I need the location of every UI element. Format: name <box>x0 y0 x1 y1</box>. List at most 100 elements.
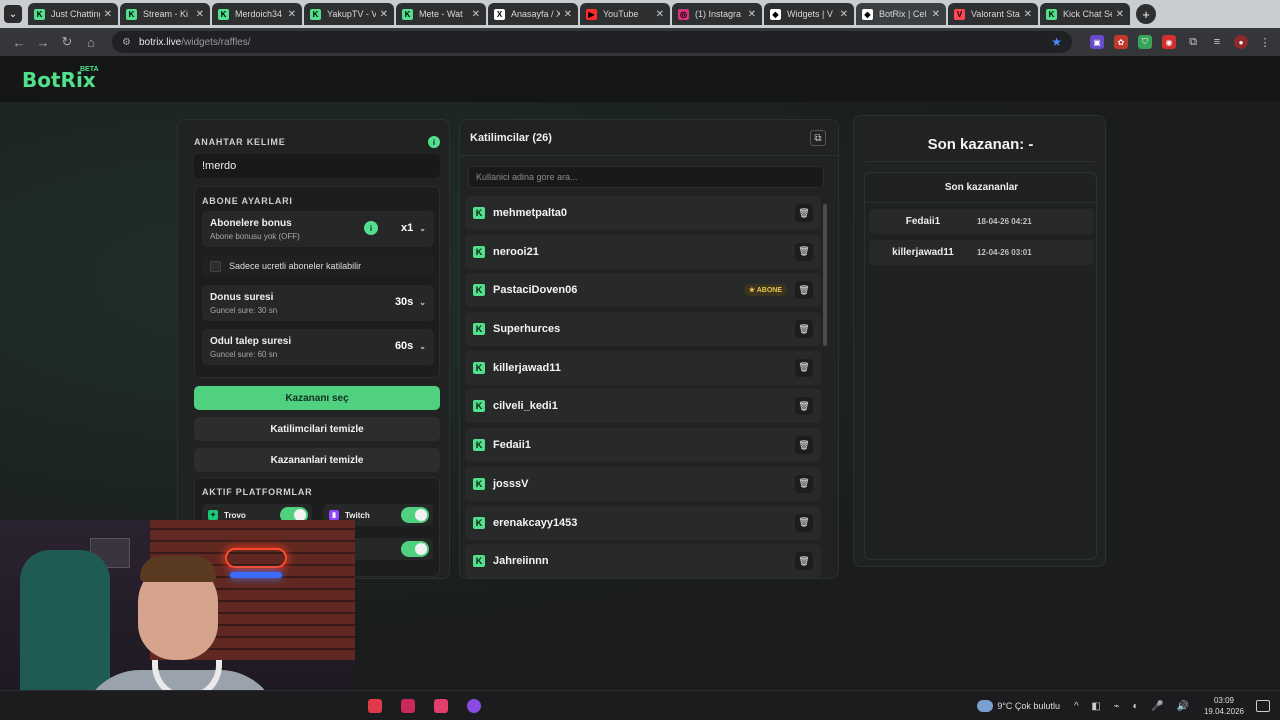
site-info-icon[interactable]: ⚙ <box>122 37 131 48</box>
reading-list-icon[interactable]: ≡ <box>1210 35 1224 49</box>
kick-icon: K <box>473 361 485 374</box>
chevron-down-icon: ⌄ <box>419 297 426 307</box>
divider <box>866 161 1095 162</box>
raffle-settings-panel: ANAHTAR KELIME i !merdo ABONE AYARLARI A… <box>177 119 450 579</box>
tab-favicon-icon: K <box>1046 8 1057 20</box>
browser-tab[interactable]: K Just Chatting ✕ <box>28 3 118 25</box>
close-tab-icon[interactable]: ✕ <box>932 9 940 20</box>
kick-icon: K <box>473 555 485 568</box>
clear-participants-button[interactable]: Katilimcilari temizle <box>194 417 440 441</box>
puzzle-icon[interactable]: ⧉ <box>1186 35 1200 49</box>
tab-favicon-icon: K <box>310 8 321 20</box>
winner-row: killerjawad11 12-04-26 03:01 <box>869 240 1094 265</box>
streamer-hair <box>140 556 216 582</box>
participant-list-scrollbar[interactable] <box>823 204 827 346</box>
browser-tab[interactable]: X Anasayfa / X ✕ <box>488 3 578 25</box>
tab-search-icon[interactable]: ⌄ <box>4 5 22 23</box>
browser-tab[interactable]: ◎ (1) Instagra ✕ <box>672 3 762 25</box>
tab-favicon-icon: ▶ <box>586 8 597 20</box>
weather-text[interactable]: 9°C Çok bulutlu <box>997 701 1060 711</box>
trash-icon[interactable]: 🗑 <box>795 474 813 493</box>
kick-icon: K <box>473 516 485 529</box>
bonus-multiplier-select[interactable]: x1 ⌄ <box>401 222 426 234</box>
participant-row: Kkillerjawad11 🗑 <box>465 350 821 385</box>
beta-badge: BETA <box>80 66 99 73</box>
taskbar-app-icon[interactable] <box>434 699 448 713</box>
browser-tab[interactable]: ◆ Widgets | V ✕ <box>764 3 854 25</box>
duration-title: Donus suresi <box>210 292 274 303</box>
last-winner-heading: Son kazanan: - <box>927 136 1034 153</box>
trash-icon[interactable]: 🗑 <box>795 436 813 455</box>
close-tab-icon[interactable]: ✕ <box>472 9 480 20</box>
clock[interactable]: 03:09 19.04.2026 <box>1204 695 1244 717</box>
subscriber-settings: ABONE AYARLARI Abonelere bonus Abone bon… <box>194 186 440 378</box>
new-tab-button[interactable]: + <box>1136 4 1156 24</box>
reload-icon[interactable]: ↻ <box>56 31 78 53</box>
browser-tab[interactable]: K Mete - Wat ✕ <box>396 3 486 25</box>
browser-tab[interactable]: V Valorant Sta ✕ <box>948 3 1038 25</box>
pick-winner-button[interactable]: Kazananı seç <box>194 386 440 410</box>
close-tab-icon[interactable]: ✕ <box>104 9 112 20</box>
close-tab-icon[interactable]: ✕ <box>288 9 296 20</box>
close-tab-icon[interactable]: ✕ <box>564 9 572 20</box>
trash-icon[interactable]: 🗑 <box>795 242 813 261</box>
browser-tab[interactable]: K YakupTV - V ✕ <box>304 3 394 25</box>
participant-search-input[interactable]: Kullanici adina gore ara... <box>468 166 824 188</box>
close-tab-icon[interactable]: ✕ <box>1116 9 1124 20</box>
browser-tab[interactable]: K Stream - Ki ✕ <box>120 3 210 25</box>
bookmark-star-icon[interactable]: ★ <box>1051 35 1062 49</box>
info-icon[interactable]: i <box>364 221 378 235</box>
browser-tab[interactable]: K Kick Chat Se ✕ <box>1040 3 1130 25</box>
system-tray: 9°C Çok bulutlu ^ ◧ ⌁ ◐ 🎤 🔊 03:09 19.04.… <box>977 691 1280 720</box>
browser-menu-icon[interactable]: ⋮ <box>1258 35 1272 49</box>
close-tab-icon[interactable]: ✕ <box>380 9 388 20</box>
browser-tab[interactable]: K Merdoich34 ✕ <box>212 3 302 25</box>
taskbar-app-icon[interactable] <box>368 699 382 713</box>
shield-icon[interactable]: ⛉ <box>1138 35 1152 49</box>
paid-subscribers-only-row[interactable]: Sadece ucretli aboneler katilabilir <box>202 255 434 277</box>
home-icon[interactable]: ⌂ <box>80 31 102 53</box>
close-tab-icon[interactable]: ✕ <box>196 9 204 20</box>
taskbar-app-icon[interactable] <box>401 699 415 713</box>
trash-icon[interactable]: 🗑 <box>795 552 813 571</box>
taskbar: 9°C Çok bulutlu ^ ◧ ⌁ ◐ 🎤 🔊 03:09 19.04.… <box>0 690 1280 720</box>
clear-winners-button[interactable]: Kazananlari temizle <box>194 448 440 472</box>
trash-icon[interactable]: 🗑 <box>795 204 813 222</box>
trash-icon[interactable]: 🗑 <box>795 358 813 377</box>
kick-icon: K <box>473 400 485 413</box>
forward-icon[interactable]: → <box>32 31 54 53</box>
profile-avatar[interactable]: ● <box>1234 35 1248 49</box>
url-path: /widgets/raffles/ <box>181 36 251 48</box>
extension-icon[interactable]: ▣ <box>1090 35 1104 49</box>
browser-tab[interactable]: ◆ BotRix | Cel ✕ <box>856 3 946 25</box>
paid-only-checkbox[interactable] <box>210 260 221 272</box>
browser-tab[interactable]: ▶ YouTube ✕ <box>580 3 670 25</box>
twitch-toggle[interactable] <box>401 507 429 523</box>
kick-toggle[interactable] <box>401 541 429 557</box>
duration-subtitle: Guncel sure: 30 sn <box>210 306 278 315</box>
info-icon[interactable]: i <box>428 136 440 148</box>
trash-icon[interactable]: 🗑 <box>795 513 813 532</box>
trash-icon[interactable]: 🗑 <box>795 320 813 339</box>
copy-icon[interactable]: ⧉ <box>810 130 826 146</box>
adblock-icon[interactable]: ◉ <box>1162 35 1176 49</box>
url-field[interactable]: ⚙ botrix.live/widgets/raffles/ ★ <box>112 31 1072 53</box>
claim-time-select[interactable]: 60s ⌄ <box>395 340 426 352</box>
extension-icon[interactable]: ✿ <box>1114 35 1128 49</box>
chevron-down-icon: ⌄ <box>419 341 426 351</box>
close-tab-icon[interactable]: ✕ <box>1024 9 1032 20</box>
participant-name: PastaciDoven06 <box>493 284 578 297</box>
close-tab-icon[interactable]: ✕ <box>656 9 664 20</box>
close-tab-icon[interactable]: ✕ <box>748 9 756 20</box>
keyword-input[interactable]: !merdo <box>194 154 440 178</box>
trash-icon[interactable]: 🗑 <box>795 281 813 300</box>
back-icon[interactable]: ← <box>8 31 30 53</box>
duration-select[interactable]: 30s ⌄ <box>395 296 426 308</box>
notification-icon[interactable] <box>1256 700 1270 712</box>
trash-icon[interactable]: 🗑 <box>795 397 813 416</box>
tray-icons[interactable]: ^ ◧ ⌁ ◐ 🎤 🔊 <box>1074 701 1194 712</box>
close-tab-icon[interactable]: ✕ <box>840 9 848 20</box>
address-bar: ← → ↻ ⌂ ⚙ botrix.live/widgets/raffles/ ★… <box>0 28 1280 56</box>
winner-date: 18-04-26 04:21 <box>977 217 1032 226</box>
taskbar-app-icon[interactable] <box>467 699 481 713</box>
